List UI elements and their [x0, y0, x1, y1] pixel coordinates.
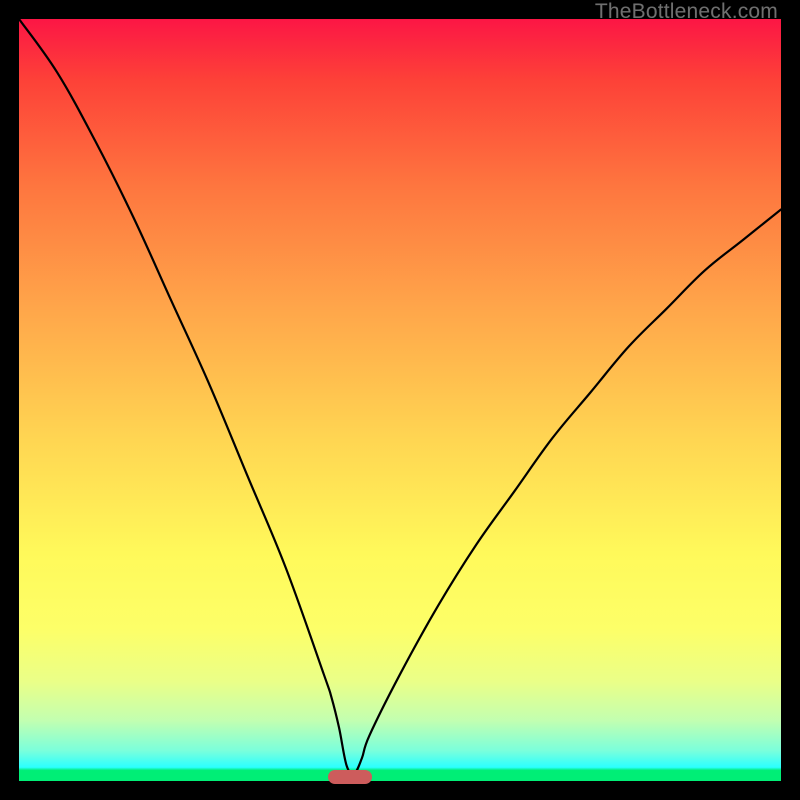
chart-frame [19, 19, 781, 781]
bottleneck-curve [19, 19, 781, 781]
watermark-text: TheBottleneck.com [595, 0, 778, 24]
optimum-marker [328, 770, 372, 784]
